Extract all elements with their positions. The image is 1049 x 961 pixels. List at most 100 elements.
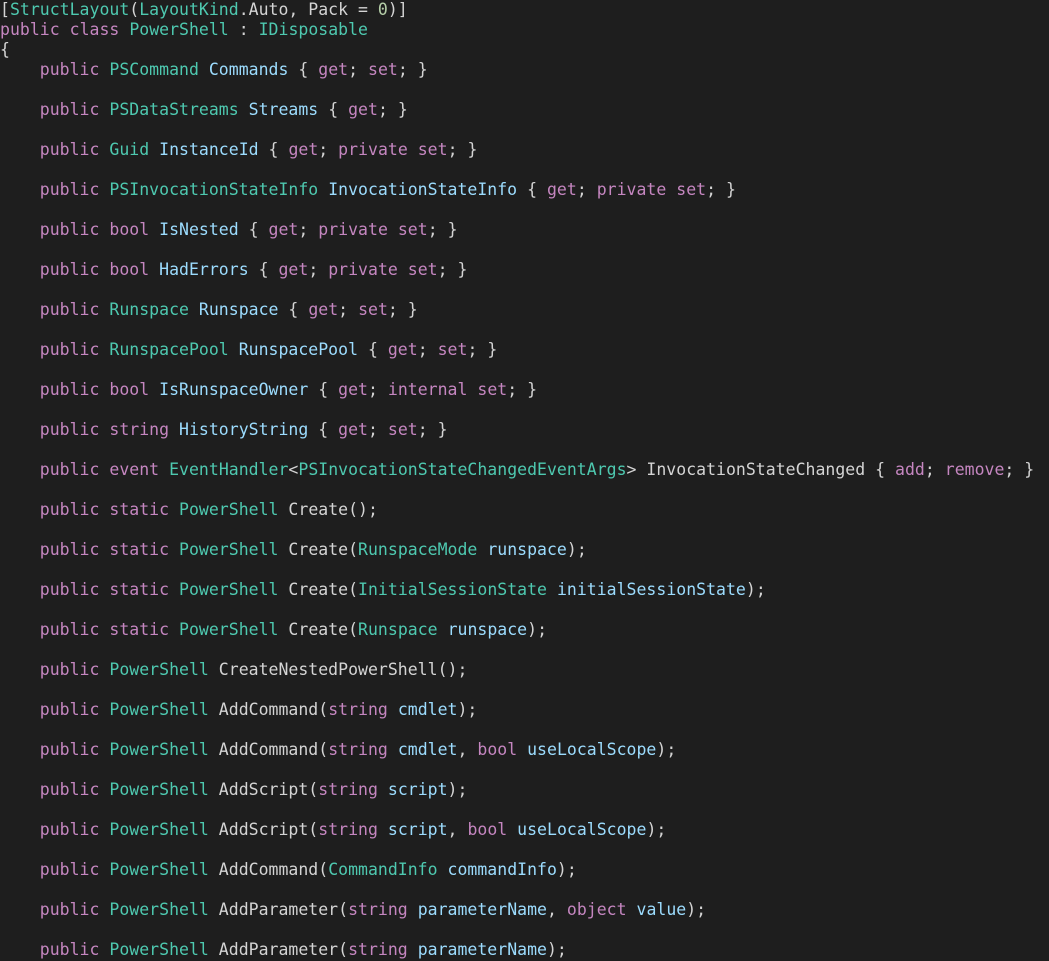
code-line[interactable]: [StructLayout(LayoutKind.Auto, Pack = 0)… — [0, 0, 1049, 20]
type-token: PowerShell — [109, 940, 209, 959]
code-line[interactable]: public PowerShell AddCommand(CommandInfo… — [0, 860, 1049, 880]
code-line[interactable] — [0, 880, 1049, 900]
plain-token: ; — [417, 340, 438, 359]
keyword-token: get — [268, 220, 299, 239]
code-line[interactable] — [0, 200, 1049, 220]
code-line[interactable] — [0, 640, 1049, 660]
identifier-token: Runspace — [198, 300, 279, 319]
plain-token: ; } — [377, 100, 408, 119]
plain-token: { — [288, 60, 319, 79]
code-line[interactable] — [0, 400, 1049, 420]
type-token: PowerShell — [109, 780, 209, 799]
code-line[interactable] — [0, 520, 1049, 540]
code-line[interactable] — [0, 680, 1049, 700]
plain-token: , — [447, 820, 468, 839]
code-line[interactable]: public string HistoryString { get; set; … — [0, 420, 1049, 440]
code-line[interactable]: public bool IsNested { get; private set;… — [0, 220, 1049, 240]
code-line[interactable]: public PSCommand Commands { get; set; } — [0, 60, 1049, 80]
code-line[interactable]: public PowerShell AddParameter(string pa… — [0, 940, 1049, 960]
identifier-token: Commands — [208, 60, 289, 79]
code-line[interactable]: public static PowerShell Create(); — [0, 500, 1049, 520]
code-line[interactable]: public PowerShell AddParameter(string pa… — [0, 900, 1049, 920]
keyword-token: bool — [109, 260, 150, 279]
code-line[interactable]: public PowerShell CreateNestedPowerShell… — [0, 660, 1049, 680]
code-line[interactable]: public static PowerShell Create(Runspace… — [0, 540, 1049, 560]
code-line[interactable] — [0, 240, 1049, 260]
keyword-token: get — [338, 420, 368, 439]
code-line[interactable] — [0, 480, 1049, 500]
code-line[interactable]: public static PowerShell Create(Runspace… — [0, 620, 1049, 640]
code-line[interactable] — [0, 560, 1049, 580]
code-line[interactable] — [0, 720, 1049, 740]
code-line[interactable] — [0, 160, 1049, 180]
code-line[interactable]: public event EventHandler<PSInvocationSt… — [0, 460, 1049, 480]
plain-token: ; — [576, 180, 597, 199]
code-line[interactable] — [0, 320, 1049, 340]
code-line[interactable] — [0, 280, 1049, 300]
code-line[interactable]: public PowerShell AddCommand(string cmdl… — [0, 740, 1049, 760]
code-line[interactable] — [0, 800, 1049, 820]
keyword-token: bool — [109, 380, 150, 399]
plain-token: ; } — [507, 380, 538, 399]
code-line[interactable] — [0, 920, 1049, 940]
code-line[interactable]: public Runspace Runspace { get; set; } — [0, 300, 1049, 320]
type-token: Guid — [109, 140, 150, 159]
code-line[interactable]: public PowerShell AddScript(string scrip… — [0, 820, 1049, 840]
code-line[interactable]: public PSDataStreams Streams { get; } — [0, 100, 1049, 120]
code-line[interactable]: public bool HadErrors { get; private set… — [0, 260, 1049, 280]
code-line[interactable]: public PowerShell AddScript(string scrip… — [0, 780, 1049, 800]
code-line[interactable]: public PSInvocationStateInfo InvocationS… — [0, 180, 1049, 200]
keyword-token: public — [39, 420, 100, 439]
plain-token: ; — [308, 260, 329, 279]
code-line[interactable] — [0, 360, 1049, 380]
keyword-token: public — [39, 620, 100, 639]
code-line[interactable] — [0, 840, 1049, 860]
type-token: PSDataStreams — [109, 100, 239, 119]
type-token: StructLayout — [9, 0, 130, 19]
code-line[interactable] — [0, 600, 1049, 620]
code-line[interactable]: public Guid InstanceId { get; private se… — [0, 140, 1049, 160]
type-token: PowerShell — [109, 700, 209, 719]
keyword-token: get — [546, 180, 577, 199]
keyword-token: set — [477, 380, 508, 399]
code-line[interactable]: public RunspacePool RunspacePool { get ; … — [0, 340, 1049, 360]
code-text-area[interactable]: [StructLayout(LayoutKind.Auto, Pack = 0)… — [0, 0, 1049, 960]
code-line[interactable]: public class PowerShell : IDisposable — [0, 20, 1049, 40]
keyword-token: class — [69, 20, 120, 39]
keyword-token: public — [39, 700, 100, 719]
code-editor[interactable]: [StructLayout(LayoutKind.Auto, Pack = 0)… — [0, 0, 1049, 961]
code-line[interactable] — [0, 440, 1049, 460]
code-line[interactable]: public bool IsRunspaceOwner { get; inter… — [0, 380, 1049, 400]
plain-token: , — [546, 900, 567, 919]
code-line[interactable]: { — [0, 40, 1049, 60]
code-line[interactable] — [0, 80, 1049, 100]
code-line[interactable]: public static PowerShell Create(InitialS… — [0, 580, 1049, 600]
code-line[interactable] — [0, 120, 1049, 140]
plain-token: < — [288, 460, 299, 479]
plain-token: ; — [338, 300, 359, 319]
keyword-token: private — [318, 220, 388, 239]
plain-token: ; } — [387, 300, 418, 319]
code-line[interactable] — [0, 760, 1049, 780]
plain-token: { — [308, 420, 339, 439]
type-token: PowerShell — [109, 900, 209, 919]
type-token: PowerShell — [179, 540, 279, 559]
code-line[interactable]: public PowerShell AddCommand(string cmdl… — [0, 700, 1049, 720]
